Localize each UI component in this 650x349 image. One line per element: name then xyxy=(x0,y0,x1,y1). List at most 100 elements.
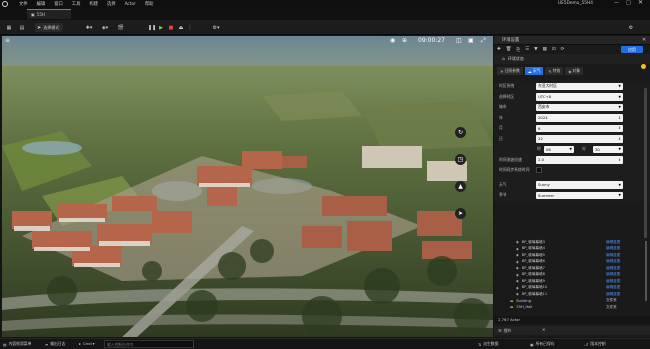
rotate-view-icon[interactable]: ↻ xyxy=(455,127,466,138)
list-item-type[interactable]: 编辑蓝图 xyxy=(606,246,620,251)
realtime-checkbox[interactable] xyxy=(536,167,542,173)
region-value: 东亚大时区 xyxy=(538,83,557,89)
year-field[interactable]: 2024 ⇕ xyxy=(536,114,623,122)
realtime-label: 时间同步系统时间 xyxy=(499,167,530,173)
viewport-menu-icon[interactable]: ≡ xyxy=(5,37,10,44)
list-item-type[interactable]: 编辑蓝图 xyxy=(606,272,620,277)
cinematics-icon[interactable]: 🎬 xyxy=(116,23,126,32)
add-actor-icon[interactable]: ✚▾ xyxy=(84,23,94,32)
season-row: 季节 Summer ▼ xyxy=(494,190,650,201)
spin-icon: ⇕ xyxy=(618,126,621,130)
home-icon: ⌂ xyxy=(502,56,505,62)
tab-weather[interactable]: ☁ 天气 xyxy=(524,67,544,75)
menu-build[interactable]: 构建 xyxy=(89,1,98,7)
terminal-icon: ▸ xyxy=(79,341,81,346)
city-dropdown[interactable]: 西安市 ▼ xyxy=(536,103,623,111)
refresh-icon[interactable]: ⟳ xyxy=(561,47,565,52)
menu-help[interactable]: 帮助 xyxy=(145,1,154,7)
save-status-icon: ▣ xyxy=(530,341,534,347)
details-tab[interactable]: 细节 xyxy=(504,328,512,334)
play-options-icon[interactable]: ⋮ xyxy=(187,23,193,32)
level-tab-label: 55H xyxy=(36,12,45,17)
list-item-type[interactable]: 编辑蓝图 xyxy=(606,285,620,290)
list-item-type[interactable]: 编辑蓝图 xyxy=(606,266,620,271)
level-tab[interactable]: ▣ 55H xyxy=(27,9,71,19)
weather-dropdown[interactable]: Sunny ▼ xyxy=(536,181,623,189)
speed-field[interactable]: 2.0 ⇕ xyxy=(536,156,623,164)
list-item-type: 文件夹 xyxy=(606,298,617,303)
platforms-icon[interactable]: ⚙▾ xyxy=(210,23,222,32)
resume-icon[interactable]: ▶ xyxy=(158,23,164,32)
selection-mode-dropdown[interactable]: ➤ 选择模式 xyxy=(35,23,63,32)
compass-icon[interactable]: ◉ xyxy=(390,37,395,44)
source-control-button[interactable]: ⎇ 版本控制 xyxy=(584,341,606,347)
region-dropdown[interactable]: 东亚大时区 ▼ xyxy=(536,82,623,90)
selection-mode-label: 选择模式 xyxy=(43,24,60,30)
list-item-type[interactable]: 编辑蓝图 xyxy=(606,292,620,297)
bookmark-icon[interactable]: ⊡ xyxy=(552,47,556,52)
list-item-type[interactable]: 编辑蓝图 xyxy=(606,253,620,258)
viewport-time: 09:00:27 xyxy=(418,37,445,44)
tab-sunlight[interactable]: ☀ 日照参数 xyxy=(497,67,523,75)
copy-icon[interactable]: ⎘ xyxy=(517,47,521,53)
blueprint-icon[interactable]: ◈▾ xyxy=(100,23,110,32)
console-input[interactable] xyxy=(104,340,194,348)
panel-close-icon[interactable]: ✕ xyxy=(642,37,646,43)
city-value: 西安市 xyxy=(538,104,550,110)
maximize-icon[interactable]: □ xyxy=(626,0,631,6)
settings-icon[interactable]: ⚙ xyxy=(627,23,635,32)
minimize-icon[interactable]: — xyxy=(614,0,619,6)
derived-data-button[interactable]: ⇅ 派生数据 xyxy=(478,341,498,347)
list-item-type[interactable]: 编辑蓝图 xyxy=(606,240,620,245)
menu-actor[interactable]: Actor xyxy=(125,2,136,7)
send-icon[interactable]: ➤ xyxy=(455,208,466,219)
day-field[interactable]: 22 ⇕ xyxy=(536,135,623,143)
layers-icon[interactable]: ◫ xyxy=(456,37,462,44)
save-icon[interactable]: ▦ xyxy=(5,23,13,32)
content-icon[interactable]: ▤ xyxy=(18,23,26,32)
outliner-scrollbar[interactable] xyxy=(645,241,647,301)
blueprint-item-icon: ◈ xyxy=(516,253,519,258)
apply-button[interactable]: 应用 xyxy=(621,46,643,53)
screenshot-icon[interactable]: ◳ xyxy=(455,154,466,165)
blueprint-item-icon: ◈ xyxy=(516,272,519,277)
hour-dropdown[interactable]: 06 ▼ xyxy=(544,145,574,153)
tab-objects[interactable]: ◈ 对象 xyxy=(565,67,583,75)
eject-icon[interactable]: ⏏ xyxy=(178,23,184,32)
level-viewport[interactable]: ≡ ◉ ⊕ 09:00:27 ◫ ▣ ⤢ ↻ ◳ ▲ ➤ xyxy=(2,36,493,337)
output-log-button[interactable]: ≡ 输出日志 xyxy=(45,341,65,347)
tab-effects[interactable]: ✎ 特效 xyxy=(545,67,564,75)
menu-tools[interactable]: 工具 xyxy=(72,1,81,7)
props-scrollbar[interactable] xyxy=(644,88,647,238)
add-icon[interactable]: ✚ xyxy=(497,47,501,52)
menu-select[interactable]: 选择 xyxy=(107,1,116,7)
camera-icon[interactable]: ▣ xyxy=(468,37,474,44)
expand-icon[interactable]: ⤢ xyxy=(481,37,486,45)
grid-icon[interactable]: ▦ xyxy=(543,47,547,52)
cmd-dropdown[interactable]: ▸ Cmd ▾ xyxy=(79,341,95,346)
menu-edit[interactable]: 编辑 xyxy=(37,1,46,7)
filter-icon[interactable]: ▼ xyxy=(534,47,537,52)
unsaved-button[interactable]: ▣ 所有已保存 xyxy=(530,341,555,347)
menu-file[interactable]: 文件 xyxy=(19,1,28,7)
globe-icon[interactable]: ⊕ xyxy=(402,37,407,44)
list-item-type[interactable]: 编辑蓝图 xyxy=(606,259,620,264)
list-item[interactable]: ▬ 55H_Hall 文件夹 xyxy=(494,304,650,311)
month-field[interactable]: 6 ⇕ xyxy=(536,124,623,132)
env-state-label: 环境状态 xyxy=(507,56,524,61)
stop-icon[interactable]: ■ xyxy=(168,23,174,32)
env-state-header: ⌂ 环境状态 xyxy=(494,54,650,69)
hour-value: 06 xyxy=(546,146,551,152)
menu-window[interactable]: 窗口 xyxy=(54,1,63,7)
season-dropdown[interactable]: Summer ▼ xyxy=(536,191,623,199)
pause-icon[interactable]: ❚❚ xyxy=(148,23,156,32)
list-icon[interactable]: ☰ xyxy=(525,47,529,52)
details-close-icon[interactable]: ✕ xyxy=(542,327,545,332)
navigate-icon[interactable]: ▲ xyxy=(455,181,466,192)
minute-dropdown[interactable]: 30 ▼ xyxy=(593,145,623,153)
delete-icon[interactable]: 🗑 xyxy=(506,47,512,52)
close-icon[interactable]: ✕ xyxy=(638,0,643,6)
content-drawer-button[interactable]: ▤ 内容侧滑菜单 xyxy=(3,341,31,347)
timezone-dropdown[interactable]: UTC+8 ▼ xyxy=(536,93,623,101)
list-item-type[interactable]: 编辑蓝图 xyxy=(606,279,620,284)
